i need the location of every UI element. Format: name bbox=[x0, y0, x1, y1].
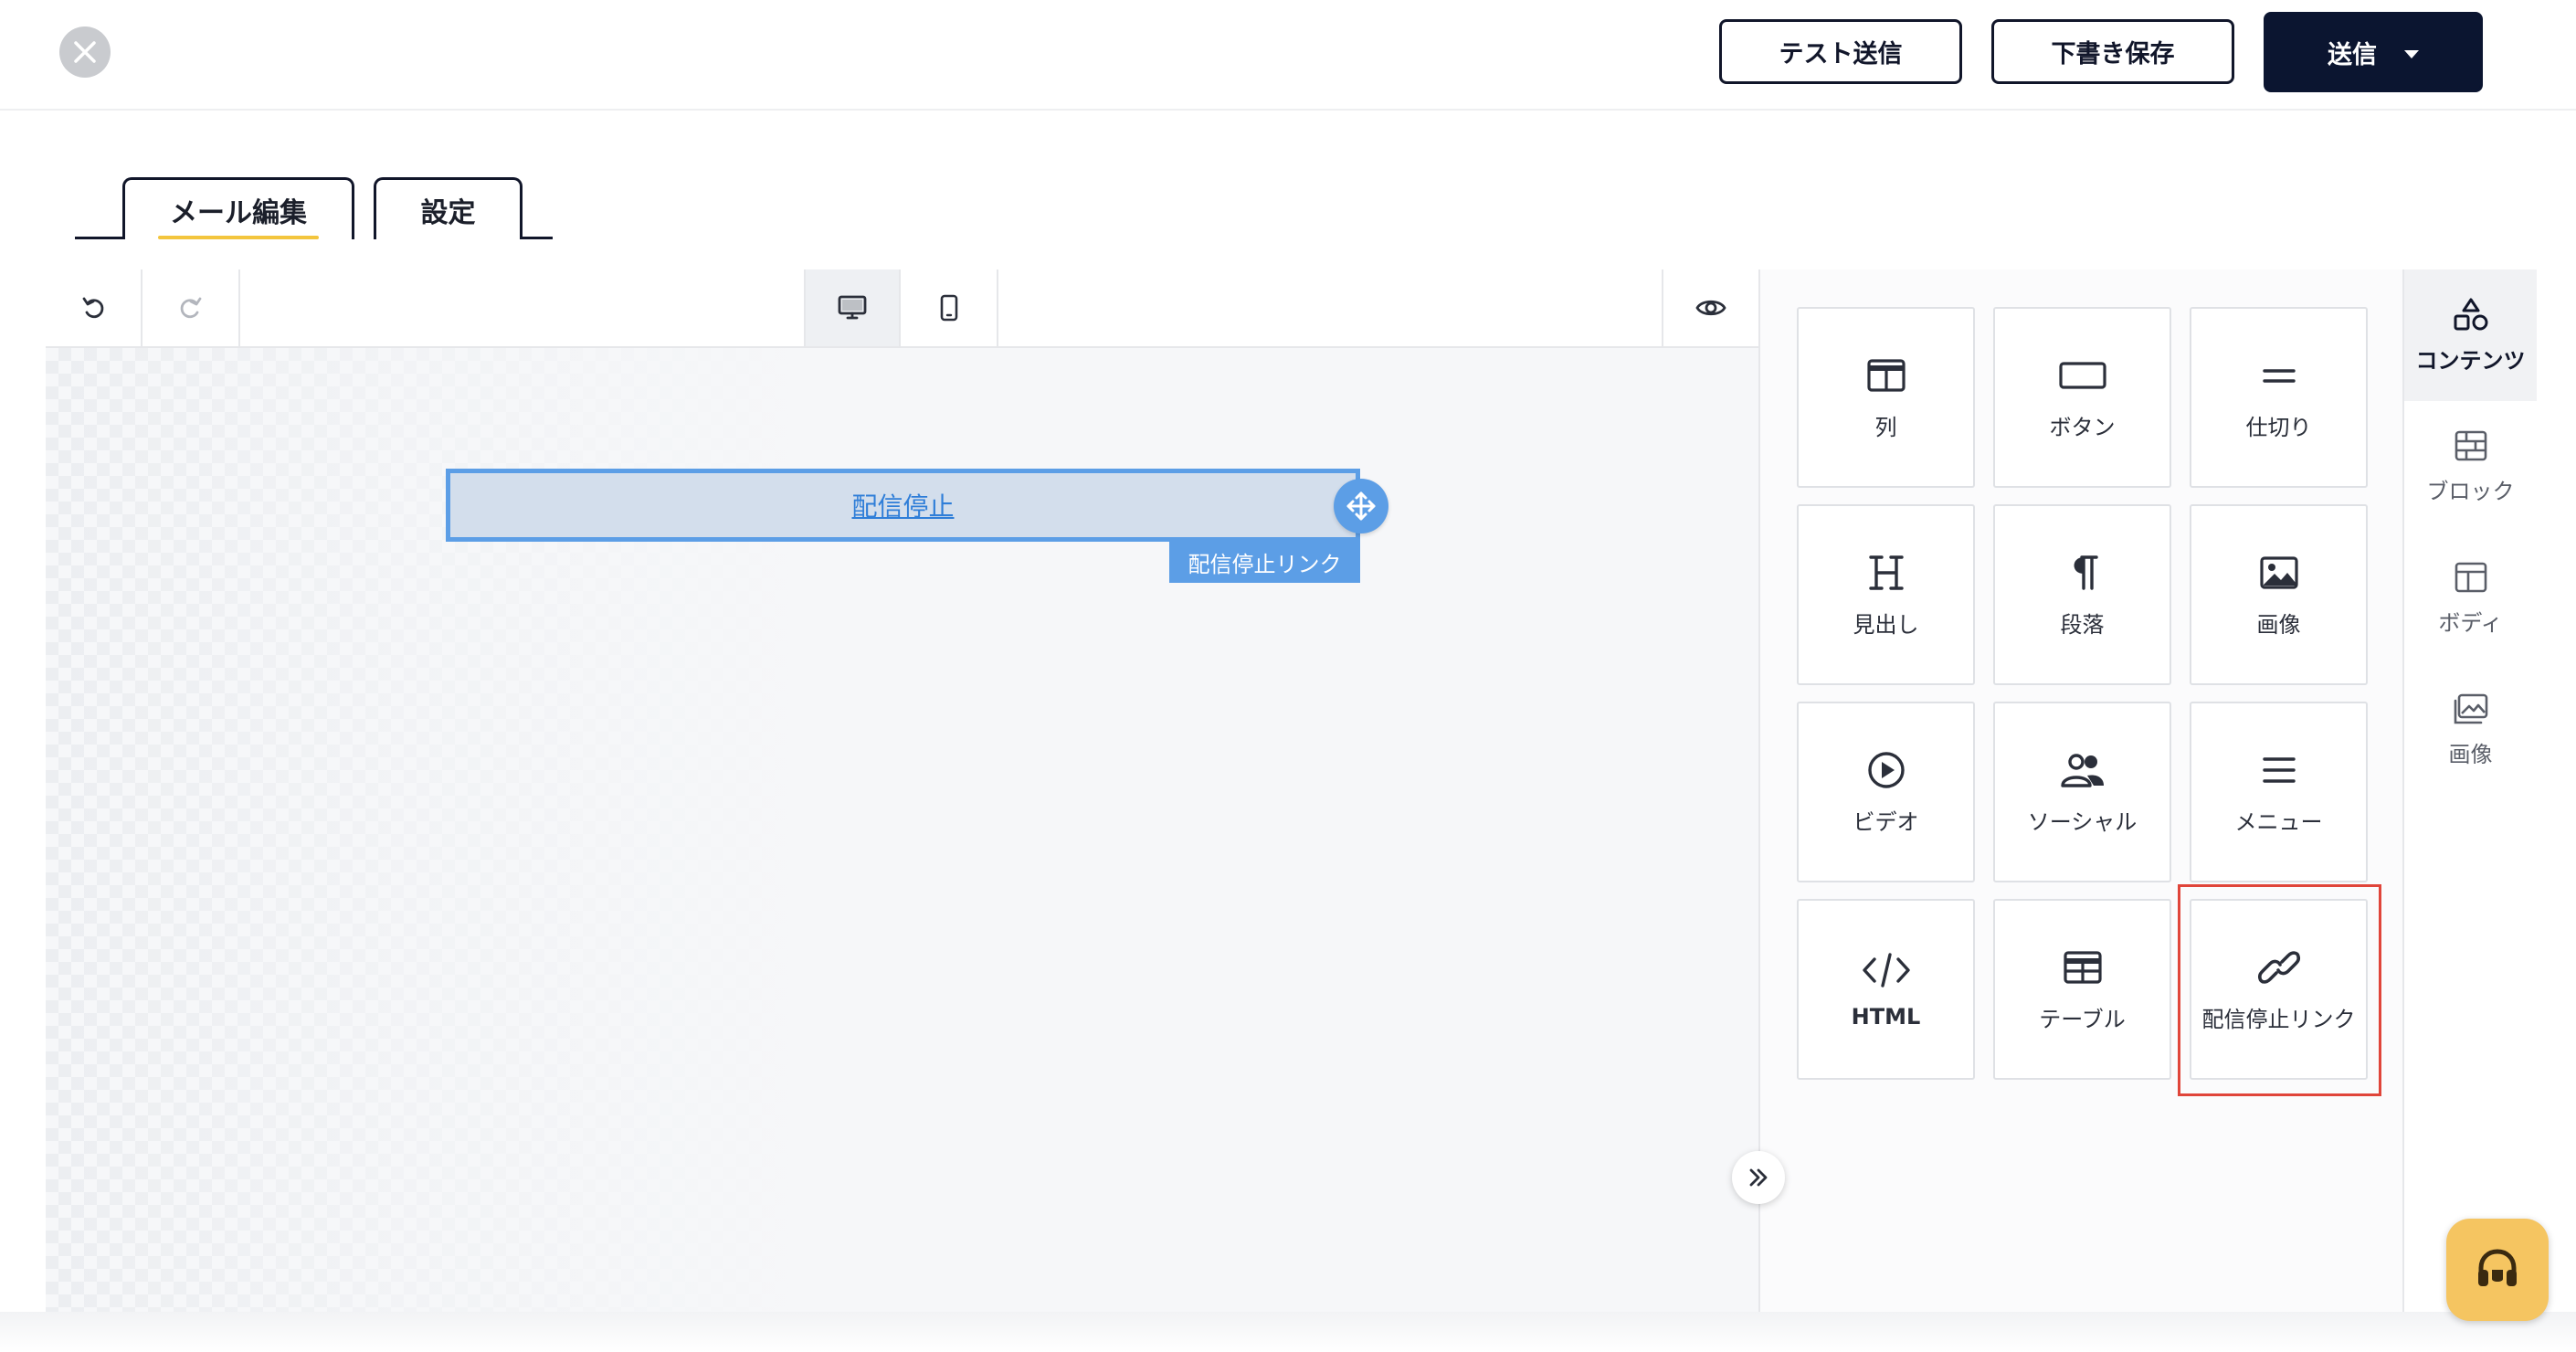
divider-icon bbox=[2262, 368, 2296, 383]
tile-social[interactable]: ソーシャル bbox=[1993, 702, 2171, 882]
side-tab-label: コンテンツ bbox=[2415, 347, 2526, 374]
close-button[interactable] bbox=[59, 26, 111, 78]
support-chat-button[interactable] bbox=[2446, 1219, 2549, 1321]
undo-button[interactable] bbox=[46, 269, 143, 346]
move-handle[interactable] bbox=[1334, 479, 1388, 533]
shapes-icon bbox=[2454, 298, 2487, 330]
eye-icon bbox=[1695, 300, 1726, 316]
tile-divider[interactable]: 仕切り bbox=[2190, 307, 2368, 488]
tile-label: ソーシャル bbox=[2027, 808, 2138, 835]
page-footer-shadow bbox=[0, 1312, 2576, 1352]
unsubscribe-block[interactable]: 配信停止 bbox=[446, 469, 1360, 542]
mobile-view-button[interactable] bbox=[902, 269, 998, 346]
tile-label: 画像 bbox=[2256, 611, 2301, 638]
tile-video[interactable]: ビデオ bbox=[1797, 702, 1975, 882]
side-tab-blocks[interactable]: ブロック bbox=[2404, 401, 2537, 533]
desktop-view-button[interactable] bbox=[804, 269, 901, 346]
email-editor: 配信停止 配信停止リンク bbox=[46, 269, 1758, 1312]
table-icon bbox=[2063, 950, 2102, 984]
tab-mail-edit[interactable]: メール編集 bbox=[122, 177, 354, 239]
test-send-button[interactable]: テスト送信 bbox=[1719, 19, 1962, 84]
video-icon bbox=[1867, 751, 1905, 788]
close-icon bbox=[74, 41, 96, 63]
side-tab-body[interactable]: ボディ bbox=[2404, 533, 2537, 664]
top-bar: テスト送信 下書き保存 送信 bbox=[0, 0, 2576, 111]
redo-button[interactable] bbox=[143, 269, 240, 346]
tile-paragraph[interactable]: 段落 bbox=[1993, 504, 2171, 685]
tile-label: メニュー bbox=[2234, 808, 2323, 835]
tile-button[interactable]: ボタン bbox=[1993, 307, 2171, 488]
tile-table[interactable]: テーブル bbox=[1993, 899, 2171, 1080]
tile-label: テーブル bbox=[2039, 1006, 2126, 1032]
side-tab-images[interactable]: 画像 bbox=[2404, 664, 2537, 796]
social-icon bbox=[2060, 753, 2104, 787]
blocks-icon bbox=[2455, 430, 2486, 460]
paragraph-icon bbox=[2074, 555, 2098, 590]
layout-icon bbox=[2455, 562, 2486, 592]
tile-html[interactable]: HTML bbox=[1797, 899, 1975, 1080]
send-button[interactable]: 送信 bbox=[2264, 12, 2483, 92]
tab-settings-label: 設定 bbox=[420, 196, 476, 229]
double-chevron-right-icon bbox=[1749, 1168, 1768, 1187]
unsubscribe-link[interactable]: 配信停止 bbox=[851, 487, 954, 523]
heading-icon bbox=[1868, 555, 1904, 590]
block-type-tag: 配信停止リンク bbox=[1169, 542, 1360, 583]
active-tab-indicator bbox=[158, 236, 319, 239]
tile-label: ビデオ bbox=[1853, 808, 1919, 835]
tile-label: 段落 bbox=[2060, 611, 2105, 638]
highlight-box bbox=[2178, 884, 2381, 1096]
undo-icon bbox=[82, 297, 104, 319]
side-tabs: コンテンツ ブロック ボディ 画像 bbox=[2402, 269, 2537, 1312]
menu-icon bbox=[2262, 756, 2296, 783]
tile-columns[interactable]: 列 bbox=[1797, 307, 1975, 488]
button-icon bbox=[2058, 361, 2106, 389]
tab-mail-edit-label: メール編集 bbox=[170, 196, 307, 229]
headset-icon bbox=[2478, 1249, 2517, 1286]
send-button-label: 送信 bbox=[2328, 40, 2377, 69]
move-icon bbox=[1346, 491, 1376, 521]
tile-menu[interactable]: メニュー bbox=[2190, 702, 2368, 882]
preview-button[interactable] bbox=[1662, 269, 1758, 346]
tabs-baseline bbox=[75, 237, 124, 239]
side-tab-label: ブロック bbox=[2426, 478, 2515, 504]
desktop-icon bbox=[838, 295, 867, 320]
content-panel: 列 ボタン 仕切り 見出し 段落 画像 ビデオ ソーシャル メニュー HTML … bbox=[1758, 269, 2402, 1312]
tab-settings[interactable]: 設定 bbox=[374, 177, 523, 239]
tile-label: 列 bbox=[1874, 414, 1897, 440]
editor-toolbar bbox=[46, 269, 1758, 348]
tile-image[interactable]: 画像 bbox=[2190, 504, 2368, 685]
tile-heading[interactable]: 見出し bbox=[1797, 504, 1975, 685]
tabs-baseline bbox=[521, 237, 553, 239]
save-draft-button[interactable]: 下書き保存 bbox=[1991, 19, 2234, 84]
editor-canvas[interactable]: 配信停止 配信停止リンク bbox=[46, 348, 1758, 1312]
collapse-panel-button[interactable] bbox=[1732, 1151, 1785, 1204]
tile-label: 見出し bbox=[1853, 611, 1919, 638]
side-tab-label: ボディ bbox=[2438, 609, 2503, 636]
tile-label: 仕切り bbox=[2245, 414, 2312, 440]
tile-label: HTML bbox=[1851, 1004, 1921, 1030]
chevron-down-icon[interactable] bbox=[2404, 49, 2419, 58]
columns-icon bbox=[1866, 358, 1906, 392]
side-tab-label: 画像 bbox=[2448, 741, 2493, 767]
code-icon bbox=[1862, 953, 1910, 988]
image-icon bbox=[2259, 555, 2298, 589]
mobile-icon bbox=[940, 294, 958, 322]
side-tab-content[interactable]: コンテンツ bbox=[2404, 269, 2537, 401]
tile-label: ボタン bbox=[2049, 414, 2116, 440]
images-icon bbox=[2454, 693, 2487, 724]
redo-icon bbox=[180, 297, 202, 319]
